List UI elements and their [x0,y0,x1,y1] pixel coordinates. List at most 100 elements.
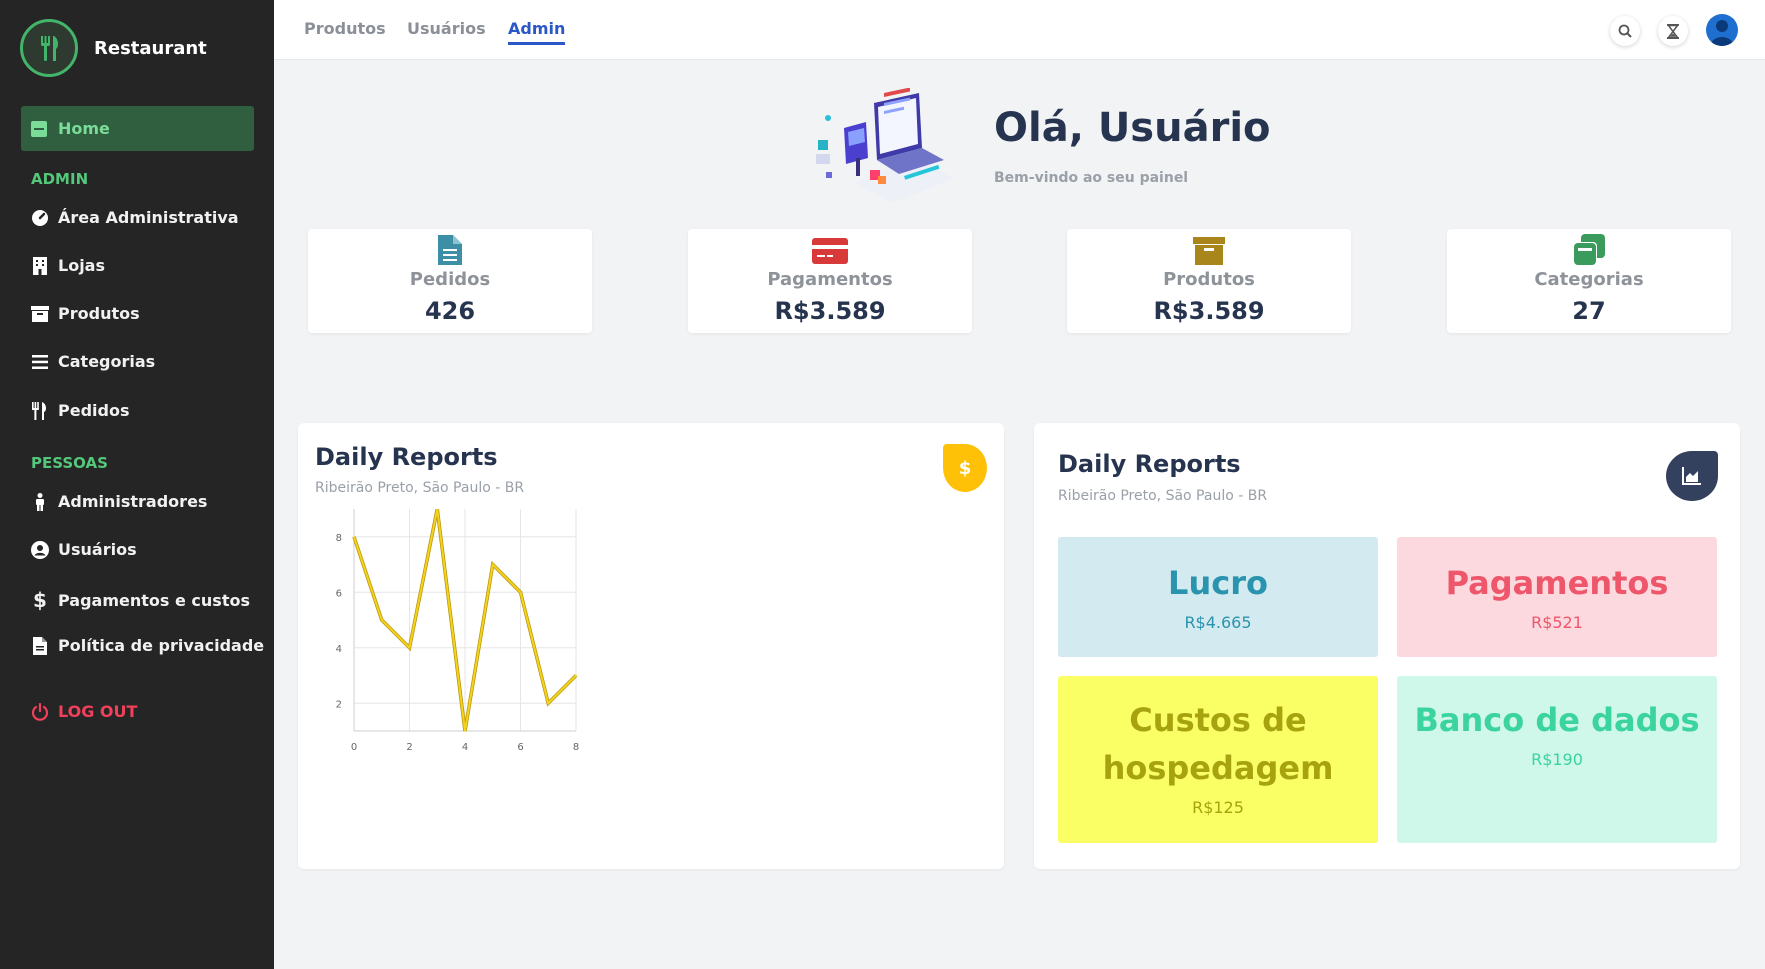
tile-value: R$190 [1531,750,1583,769]
avatar[interactable] [1706,14,1738,46]
data-point [408,646,411,649]
tile-value: R$4.665 [1184,613,1252,632]
tile-banco-dados[interactable]: Banco de dados R$190 [1397,676,1717,843]
dollar-icon: $ [33,588,47,612]
page-title: Olá, Usuário [994,105,1271,151]
stat-label: Pedidos [409,269,491,290]
sidebar-item-produtos[interactable]: Produtos [30,304,140,323]
sidebar-item-pedidos[interactable]: Pedidos [30,401,129,420]
page-subtitle: Bem-vindo ao seu painel [994,170,1189,186]
sidebar-item-label: Produtos [58,304,140,323]
user-avatar-icon [1710,20,1734,46]
tab-produtos[interactable]: Produtos [304,19,386,38]
tile-title: Lucro [1168,564,1268,602]
stat-value: 27 [1572,297,1606,325]
home-icon [31,120,47,137]
area-chart-badge-icon[interactable] [1666,451,1718,501]
data-point [491,563,494,566]
stat-label: Pagamentos [767,269,893,290]
sidebar: Restaurant Home ADMIN Área Administrativ… [0,0,274,969]
stat-card-produtos[interactable]: Produtos R$3.589 [1067,229,1351,333]
section-label-pessoas: PESSOAS [31,454,108,472]
stat-card-pagamentos[interactable]: Pagamentos R$3.589 [688,229,972,333]
stat-card-pedidos[interactable]: Pedidos 426 [308,229,592,333]
dollar-badge-icon[interactable]: $ [943,444,987,492]
person-icon [30,492,50,511]
x-tick-label: 4 [462,742,468,753]
stat-value: 426 [424,297,476,325]
tile-lucro[interactable]: Lucro R$4.665 [1058,537,1378,657]
report-subtitle: Ribeirão Preto, São Paulo - BR [1058,488,1268,504]
data-point [353,535,355,538]
tile-pagamentos[interactable]: Pagamentos R$521 [1397,537,1717,657]
stat-value: R$3.589 [1153,297,1265,325]
stat-label: Categorias [1534,269,1644,290]
sidebar-item-label: Área Administrativa [58,208,239,227]
tile-custos-hospedagem[interactable]: Custos de hospedagem R$125 [1058,676,1378,843]
building-icon [30,256,50,275]
daily-report-chart-card: Daily Reports Ribeirão Preto, São Paulo … [298,423,1004,869]
sidebar-item-usuarios[interactable]: Usuários [30,540,137,559]
sidebar-item-pagamentos-custos[interactable]: $ Pagamentos e custos [30,588,250,612]
list-icon [30,354,50,369]
file-icon [438,235,462,269]
power-icon [30,702,50,721]
sidebar-item-home[interactable]: Home [21,106,254,151]
sidebar-item-label: Categorias [58,352,156,371]
dollar-symbol: $ [958,457,972,479]
sidebar-item-lojas[interactable]: Lojas [30,256,105,275]
report-subtitle: Ribeirão Preto, São Paulo - BR [315,480,525,496]
dashboard-illustration [804,87,964,203]
hourglass-button[interactable] [1658,16,1688,46]
brand[interactable]: Restaurant [20,19,207,77]
tile-value: R$125 [1192,798,1244,817]
search-icon [1618,24,1632,38]
sidebar-item-label: Política de privacidade [58,636,265,655]
tab-admin[interactable]: Admin [508,19,566,45]
tab-usuarios[interactable]: Usuários [407,19,486,38]
tile-value: R$521 [1531,613,1583,632]
main-content: Produtos Usuários Admin Olá, Usuário Bem… [274,0,1765,969]
tile-title: Pagamentos [1445,564,1669,602]
y-tick-label: 8 [336,533,342,544]
sidebar-item-label: Pagamentos e custos [58,590,250,610]
copy-icon [1573,234,1605,270]
archive-box-icon [1193,237,1225,269]
brand-name: Restaurant [94,37,207,59]
utensils-icon [30,401,50,420]
daily-report-summary-card: Daily Reports Ribeirão Preto, São Paulo … [1034,423,1740,869]
sidebar-item-label: Pedidos [58,401,130,420]
report-title: Daily Reports [315,443,498,471]
sidebar-item-label: Administradores [58,492,208,511]
sidebar-item-area-administrativa[interactable]: Área Administrativa [30,208,239,227]
archive-icon [30,305,50,322]
fork-knife-logo-icon [20,19,78,77]
tile-title: Custos de hospedagem [1102,701,1334,787]
sidebar-item-categorias[interactable]: Categorias [30,352,155,371]
data-point [547,702,550,705]
logout-button[interactable]: LOG OUT [30,702,137,721]
sidebar-item-label: Home [58,119,110,138]
section-label-admin: ADMIN [31,170,89,188]
daily-line-chart: 0 2 4 6 8 2 4 6 8 [336,509,579,753]
sidebar-item-politica-privacidade[interactable]: Política de privacidade [30,636,264,655]
topbar: Produtos Usuários Admin [274,0,1765,60]
x-tick-label: 2 [406,742,412,753]
gauge-icon [30,209,50,227]
x-tick-label: 0 [351,742,357,753]
data-point [380,619,383,621]
data-point [575,674,577,677]
logout-label: LOG OUT [58,702,138,721]
user-circle-icon [30,540,50,559]
stat-label: Produtos [1163,269,1255,290]
search-button[interactable] [1610,16,1640,46]
sidebar-item-label: Lojas [58,256,105,275]
stat-card-categorias[interactable]: Categorias 27 [1447,229,1731,333]
data-point [519,591,522,594]
hourglass-icon [1667,23,1679,39]
sidebar-item-label: Usuários [58,540,137,559]
stat-value: R$3.589 [774,297,886,325]
y-tick-label: 4 [336,644,342,655]
sidebar-item-administradores[interactable]: Administradores [30,492,207,511]
tile-title: Banco de dados [1414,701,1700,739]
